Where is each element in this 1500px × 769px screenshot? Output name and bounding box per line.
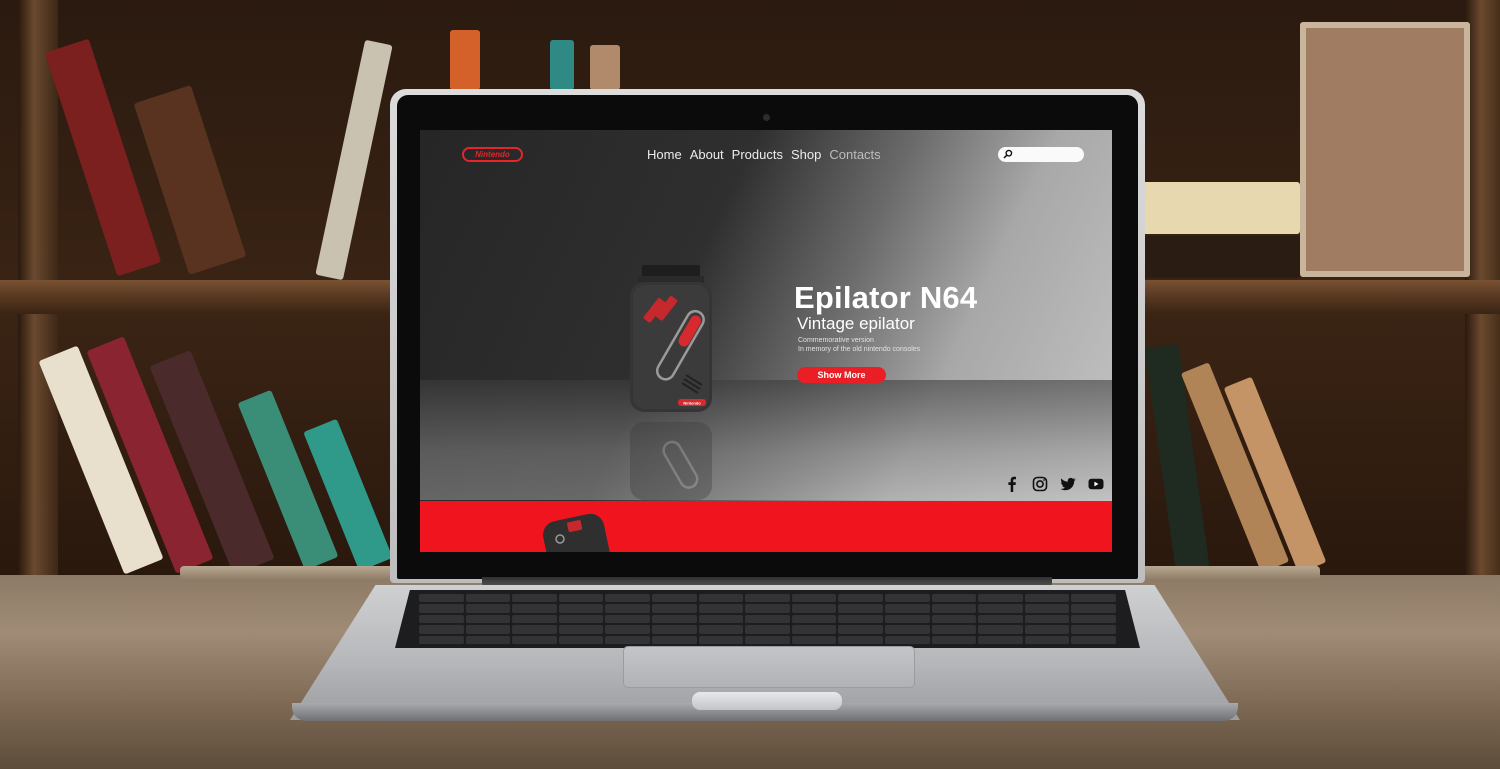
search-box[interactable] (998, 146, 1086, 164)
epilator-product-image: Nintendo (630, 265, 712, 412)
keyboard (395, 590, 1140, 648)
youtube-icon[interactable] (1087, 476, 1104, 492)
book (450, 30, 480, 90)
book (1140, 182, 1300, 234)
main-nav: Home About Products Shop Contacts (647, 147, 881, 162)
instagram-icon[interactable] (1031, 476, 1048, 492)
nav-shop[interactable]: Shop (791, 147, 821, 162)
hero-title: Epilator N64 (794, 280, 978, 315)
book (590, 45, 620, 90)
nav-home[interactable]: Home (647, 147, 682, 162)
facebook-icon[interactable] (1003, 476, 1020, 492)
nav-contacts[interactable]: Contacts (829, 147, 880, 162)
nav-products[interactable]: Products (732, 147, 783, 162)
band-product-image (543, 513, 611, 552)
website-screen: Nintendo Home About Products Shop Contac… (420, 130, 1112, 552)
trackpad (623, 646, 915, 688)
book (44, 38, 162, 277)
hero-desc-line-2: In memory of the old nintendo consoles (798, 346, 921, 353)
book (1300, 22, 1470, 277)
nav-about[interactable]: About (690, 147, 724, 162)
red-section-band (420, 501, 1112, 552)
laptop-notch (692, 692, 842, 710)
search-icon[interactable] (1003, 146, 1013, 164)
product-reflection (630, 422, 712, 500)
twitter-icon[interactable] (1059, 476, 1076, 492)
book (315, 39, 393, 281)
product-badge: Nintendo (683, 401, 701, 406)
social-links (1003, 476, 1104, 492)
search-input[interactable] (1016, 148, 1086, 161)
hero-desc-line-1: Commemorative version (798, 337, 874, 344)
show-more-button[interactable]: Show More (797, 367, 886, 383)
hero-description: Commemorative version In memory of the o… (798, 336, 920, 354)
nintendo-logo[interactable]: Nintendo (462, 147, 523, 162)
book (1140, 236, 1300, 278)
hero-subtitle: Vintage epilator (797, 314, 915, 333)
book (550, 40, 574, 90)
webcam (763, 114, 770, 121)
